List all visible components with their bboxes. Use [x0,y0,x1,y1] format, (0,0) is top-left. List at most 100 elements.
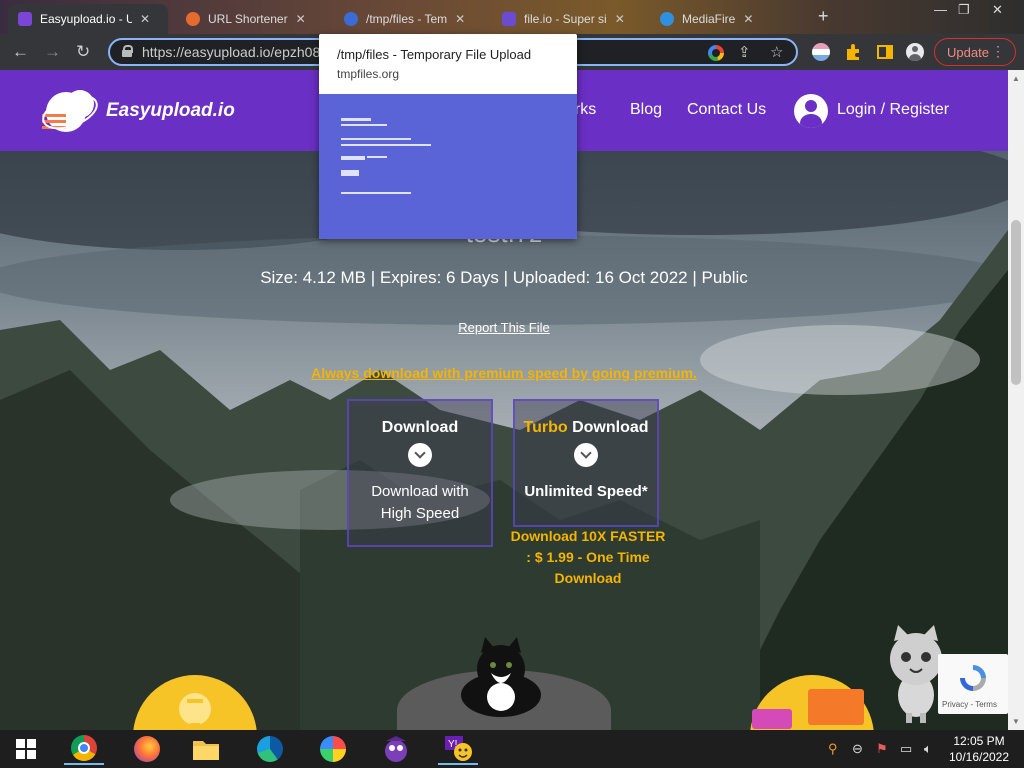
tab-tmpfiles[interactable]: /tmp/files - Tem ✕ [334,4,484,34]
start-button[interactable] [6,733,46,765]
scrollbar-thumb[interactable] [1011,220,1021,385]
nav-login-register[interactable]: Login / Register [837,101,949,119]
restore-icon[interactable]: ❐ [958,2,970,18]
chrome-icon [71,735,97,761]
taskbar-edge[interactable] [250,733,290,765]
tab-mediafire[interactable]: MediaFire ✕ [650,4,810,34]
purple-gorilla-icon [385,736,407,762]
bookmark-star-icon[interactable]: ☆ [770,43,783,61]
back-icon[interactable]: ← [12,42,29,62]
tab-fileio[interactable]: file.io - Super si ✕ [492,4,642,34]
tab-easyupload[interactable]: Easyupload.io - U ✕ [8,4,168,34]
lock-icon[interactable] [122,45,133,57]
browser-tab-strip: Easyupload.io - U ✕ URL Shortener ✕ /tmp… [0,0,1024,34]
update-label: Update [947,44,989,60]
close-tab-icon[interactable]: ✕ [615,12,625,26]
tab-hover-card: /tmp/files - Temporary File Upload tmpfi… [319,34,577,239]
system-clock[interactable]: 12:05 PM 10/16/2022 [944,733,1014,765]
turbo-download-heading: Turbo Download [515,419,657,437]
scroll-down-icon[interactable]: ▼ [1012,717,1020,726]
download-subtitle-line2: High Speed [380,505,460,522]
more-menu-icon[interactable]: ⋮ [991,43,1005,60]
folder-icon [193,741,219,760]
firefox-icon [134,736,160,762]
chevron-down-icon [408,443,432,467]
turbo-subtitle: Unlimited Speed* [524,483,648,500]
clock-date: 10/16/2022 [948,750,1010,764]
update-button[interactable]: Update ⋮ [934,38,1016,66]
taskbar-file-explorer[interactable] [186,733,226,765]
side-panel-icon[interactable] [876,43,894,61]
tab-title: URL Shortener [208,12,288,26]
nav-contact-us[interactable]: Contact Us [687,101,766,119]
easyupload-logo-icon[interactable] [40,82,102,138]
turbo-offer-line2: : $ 1.99 - One Time [526,549,650,565]
chat-illustration-icon [750,675,874,730]
share-icon[interactable]: ⇪ [738,43,751,61]
tab-url-shortener[interactable]: URL Shortener ✕ [176,4,326,34]
url-text[interactable]: https://easyupload.io/epzh08 [142,44,320,60]
google-icon[interactable] [708,45,724,61]
url-shortener-favicon-icon [186,12,200,26]
extension-profile-flag-icon[interactable] [812,43,830,61]
download-subtitle: Download with High Speed [349,481,491,525]
edge-icon [257,736,283,762]
recaptcha-links[interactable]: Privacy - Terms [942,700,997,709]
tray-flag-icon[interactable]: ⚑ [876,741,888,757]
recaptcha-badge[interactable]: Privacy - Terms [938,654,1008,714]
profile-avatar-icon[interactable] [906,43,924,61]
colorful-browser-icon [320,736,346,762]
tmpfiles-favicon-icon [344,12,358,26]
close-window-icon[interactable]: ✕ [992,2,1003,18]
clock-time: 12:05 PM [953,734,1005,748]
turbo-offer-text: Download 10X FASTER : $ 1.99 - One Time … [498,526,678,589]
premium-promo-link[interactable]: Always download with premium speed by go… [0,365,1008,381]
download-heading: Download [381,419,459,436]
chevron-down-icon [574,443,598,467]
taskbar-bonzi[interactable] [376,733,416,765]
taskbar-firefox[interactable] [127,733,167,765]
taskbar-chromium[interactable] [313,733,353,765]
reload-icon[interactable]: ↻ [76,42,90,62]
download-button[interactable]: Download Download with High Speed [347,399,493,547]
extensions-puzzle-icon[interactable] [844,43,862,61]
minimize-icon[interactable]: — [934,2,947,17]
recaptcha-icon [960,665,986,691]
file-meta: Size: 4.12 MB | Expires: 6 Days | Upload… [260,268,748,287]
page-scrollbar[interactable]: ▲ ▼ [1008,70,1024,730]
close-tab-icon[interactable]: ✕ [296,12,306,26]
turbo-word: Turbo [523,419,568,436]
taskbar-yahoo-messenger[interactable]: Y! [438,733,478,765]
hovercard-domain: tmpfiles.org [337,67,400,81]
yahoo-messenger-icon: Y! [445,736,472,761]
tab-title: MediaFire [682,12,736,26]
close-tab-icon[interactable]: ✕ [743,12,753,26]
taskbar-chrome[interactable] [64,733,104,765]
fileio-favicon-icon [502,12,516,26]
report-file-link[interactable]: Report This File [0,320,1008,335]
nav-blog[interactable]: Blog [630,101,662,119]
close-tab-icon[interactable]: ✕ [140,12,150,26]
tuxedo-cat-image [461,637,541,717]
new-tab-button[interactable]: + [818,6,829,27]
site-logo-text[interactable]: Easyupload.io [106,100,235,122]
tab-title: Easyupload.io - U [40,12,132,26]
windows-logo-icon [16,739,36,759]
hovercard-page-preview-image [319,94,577,239]
easyupload-favicon-icon [18,12,32,26]
tray-status-icon[interactable]: ⊖ [852,741,863,757]
windows-taskbar: Y! ⚲ ⊖ ⚑ ▭ 🔈︎ 12:05 PM 10/16/2022 [0,730,1024,768]
forward-icon[interactable]: → [44,42,61,62]
scroll-up-icon[interactable]: ▲ [1012,74,1020,83]
tab-title: /tmp/files - Tem [366,12,448,26]
volume-icon[interactable]: 🔈︎ [924,741,932,757]
close-tab-icon[interactable]: ✕ [455,12,465,26]
mediafire-favicon-icon [660,12,674,26]
network-icon[interactable]: ▭ [900,741,912,757]
search-tray-icon[interactable]: ⚲ [828,741,838,757]
download-subtitle-line1: Download with [371,483,469,500]
user-avatar-icon[interactable] [794,94,828,128]
turbo-download-button[interactable]: Turbo Download Unlimited Speed* [513,399,659,527]
turbo-heading-rest: Download [567,419,649,436]
turbo-offer-line1: Download 10X FASTER [510,528,666,544]
